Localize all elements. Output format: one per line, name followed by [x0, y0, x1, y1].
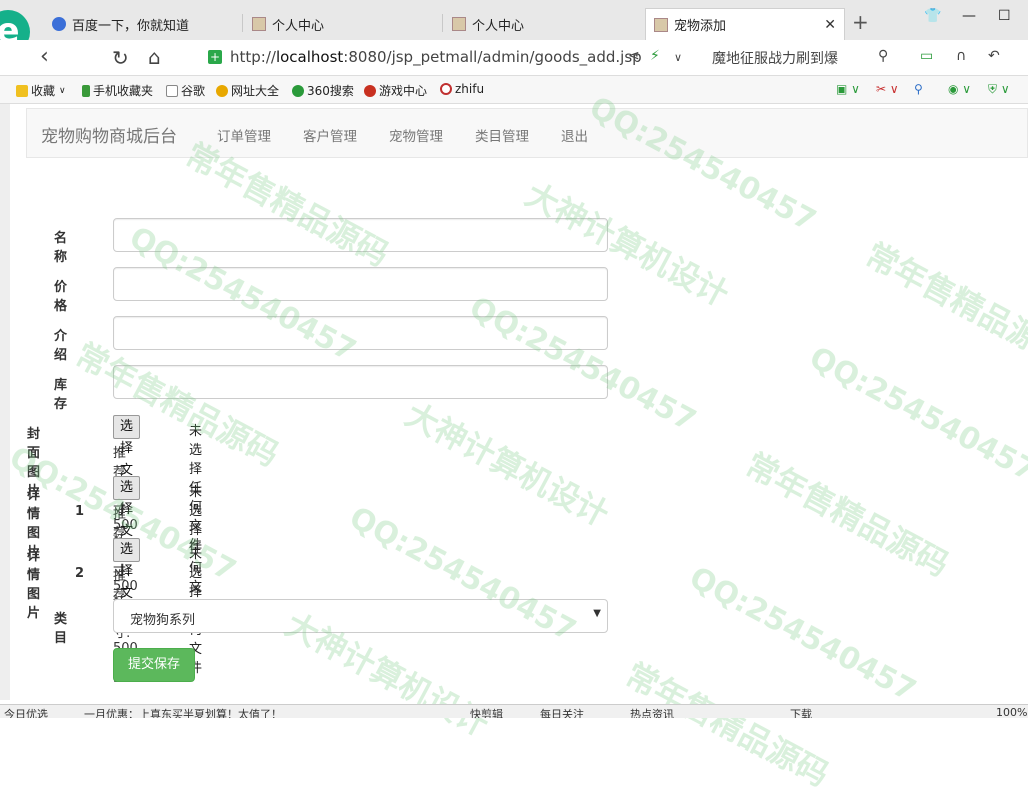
cover-file-button[interactable]: 选择文件 [113, 415, 141, 500]
page-icon [166, 84, 178, 97]
browser-sidebar [0, 104, 10, 700]
stock-label: 库存 [54, 378, 68, 412]
home-icon[interactable]: ⌂ [148, 45, 161, 69]
secure-icon: + [208, 50, 222, 64]
url-input[interactable]: http://localhost:8080/jsp_petmall/admin/… [230, 48, 642, 66]
page-icon [252, 17, 266, 31]
close-tab-icon[interactable]: ✕ [824, 17, 836, 33]
watermark: 常年售精品源码 [619, 655, 835, 795]
browser-statusbar: 今日优选 一月优惠：上真东买半夏划算！太值了！ 快剪辑 每日关注 热点资讯 下载… [0, 704, 1028, 718]
status-zoom[interactable]: 100% [996, 706, 1027, 718]
star-icon [16, 84, 28, 97]
status-quick-clip[interactable]: 快剪辑 [470, 706, 503, 718]
nav-customers[interactable]: 客户管理 [303, 125, 357, 145]
phone-icon [82, 84, 90, 97]
zhifu-icon [440, 83, 452, 95]
name-label: 名称 [54, 231, 68, 265]
detail-image-2-label: 详情图片 [27, 549, 41, 621]
intro-label: 介绍 [54, 329, 68, 363]
detail-2-file-button[interactable]: 选择文件 [113, 538, 141, 623]
watermark: 大神计算机设计 [399, 395, 615, 535]
watermark: 常年售精品源码 [739, 445, 955, 585]
back-icon[interactable]: ‹ [40, 44, 49, 69]
bookmark-zhifu[interactable]: zhifu [440, 82, 484, 96]
minimize-icon[interactable]: — [962, 8, 976, 24]
category-select[interactable]: 宠物狗系列 ▼ [113, 599, 608, 633]
magnifier-icon[interactable]: ⚲ [914, 82, 923, 96]
caret-down-icon: ▼ [593, 608, 601, 619]
bookmark-google[interactable]: 谷歌 [166, 82, 205, 99]
baidu-icon [52, 17, 66, 31]
bookmark-360[interactable]: 360搜索 [292, 82, 354, 99]
nav-categories[interactable]: 类目管理 [475, 125, 529, 145]
nav-logout[interactable]: 退出 [561, 125, 588, 145]
tab-profile-1[interactable]: 个人中心 [244, 8, 440, 40]
page-icon [452, 17, 466, 31]
translate-icon[interactable]: ▣ ∨ [836, 82, 860, 96]
stock-input[interactable] [113, 365, 608, 399]
search-box[interactable]: 魔地征服战力刷到爆 [712, 48, 838, 68]
watermark: QQ:254540457 [683, 560, 922, 709]
bookmark-sites[interactable]: 网址大全 [216, 82, 279, 99]
brand-title[interactable]: 宠物购物商城后台 [41, 122, 177, 147]
lightning-icon[interactable]: ⚡ [650, 48, 660, 64]
address-bar: ‹ ↻ ⌂ + http://localhost:8080/jsp_petmal… [0, 40, 1028, 76]
undo-icon[interactable]: ↶ [988, 48, 1000, 64]
browser-tabbar: e 百度一下，你就知道 个人中心 个人中心 宠物添加 ✕ + 👕 — ☐ [0, 0, 1028, 54]
watermark: QQ:254540457 [803, 340, 1028, 489]
tab-pet-add[interactable]: 宠物添加 ✕ [645, 8, 845, 40]
bookmark-games[interactable]: 游戏中心 [364, 82, 427, 99]
detail-1-file-button[interactable]: 选择文件 [113, 476, 141, 561]
detail-image-2-index: 2 [75, 566, 85, 581]
skin-icon[interactable]: 👕 [924, 8, 941, 24]
app-navbar: 宠物购物商城后台 订单管理 客户管理 宠物管理 类目管理 退出 [26, 108, 1028, 158]
scissors-icon[interactable]: ✂ ∨ [876, 82, 899, 96]
tab-profile-2[interactable]: 个人中心 [444, 8, 640, 40]
status-download[interactable]: 下载 [790, 706, 812, 718]
watermark: 常年售精品源码 [859, 235, 1028, 375]
search-360-icon [292, 84, 304, 97]
tab-baidu[interactable]: 百度一下，你就知道 [44, 8, 240, 40]
price-label: 价格 [54, 280, 68, 314]
name-input[interactable] [113, 218, 608, 252]
status-promo[interactable]: 一月优惠：上真东买半夏划算！太值了！ [84, 706, 282, 718]
detail-image-1-index: 1 [75, 504, 85, 519]
battery-icon[interactable]: ▭ [920, 48, 933, 64]
status-daily[interactable]: 每日关注 [540, 706, 584, 718]
intro-input[interactable] [113, 316, 608, 350]
reload-icon[interactable]: ↻ [112, 46, 129, 70]
bookmark-favorites[interactable]: 收藏 ∨ [16, 82, 66, 99]
category-selected-value: 宠物狗系列 [130, 613, 196, 628]
status-news[interactable]: 热点资讯 [630, 706, 674, 718]
share-icon[interactable]: ⋖ [628, 48, 640, 64]
globe-icon [216, 84, 228, 97]
chevron-down-icon[interactable]: ∨ [674, 51, 682, 64]
bookmark-mobile[interactable]: 手机收藏夹 [82, 82, 153, 99]
nav-pets[interactable]: 宠物管理 [389, 125, 443, 145]
game-icon [364, 84, 376, 97]
bookmarks-bar: 收藏 ∨ 手机收藏夹 谷歌 网址大全 360搜索 游戏中心 zhifu ▣ ∨ ✂… [0, 76, 1028, 104]
new-tab-icon[interactable]: + [852, 10, 869, 34]
headphone-icon[interactable]: ∩ [956, 48, 966, 64]
price-input[interactable] [113, 267, 608, 301]
gamepad-icon[interactable]: ◉ ∨ [948, 82, 971, 96]
category-label: 类目 [54, 612, 68, 646]
page-icon [654, 17, 668, 32]
status-today-picks[interactable]: 今日优选 [4, 706, 48, 718]
submit-save-button[interactable]: 提交保存 [113, 648, 195, 682]
nav-orders[interactable]: 订单管理 [217, 125, 271, 145]
shield-icon[interactable]: ⛨ ∨ [988, 82, 1010, 97]
maximize-icon[interactable]: ☐ [998, 8, 1011, 24]
watermark: 常年售精品源码 [69, 335, 285, 475]
search-icon[interactable]: ⚲ [878, 48, 888, 64]
